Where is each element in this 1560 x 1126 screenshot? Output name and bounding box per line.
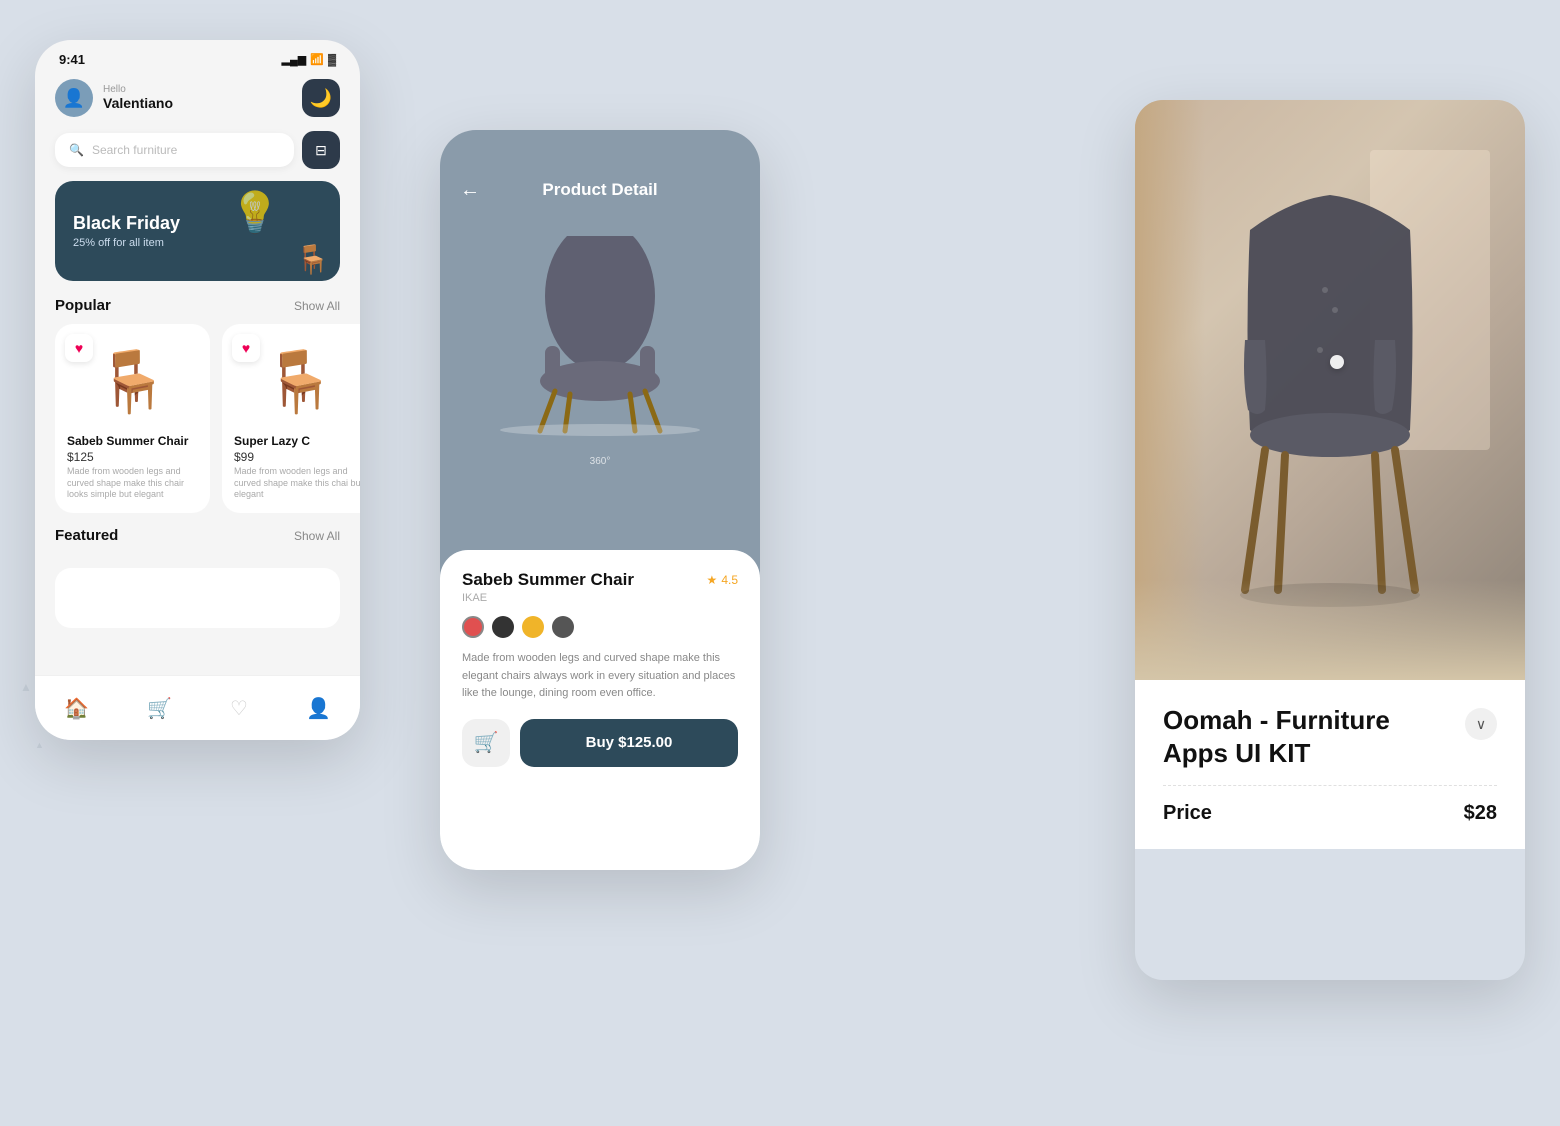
popular-show-all[interactable]: Show All (294, 299, 340, 313)
avatar: 👤 (55, 79, 93, 117)
product-desc-2: Made from wooden legs and curved shape m… (234, 466, 360, 501)
chevron-down-button[interactable]: ∨ (1465, 708, 1497, 740)
bottom-nav: 🏠 🛒 ♡ 👤 (35, 675, 360, 740)
product-desc-1: Made from wooden legs and curved shape m… (67, 466, 198, 501)
search-placeholder: Search furniture (92, 143, 177, 157)
featured-show-all[interactable]: Show All (294, 529, 340, 543)
hello-label: Hello (103, 84, 173, 95)
star-icon: ★ (707, 573, 718, 587)
add-to-cart-button[interactable]: 🛒 (462, 719, 510, 767)
search-box[interactable]: 🔍 Search furniture (55, 133, 294, 167)
color-yellow[interactable] (522, 616, 544, 638)
chair-photo (1135, 100, 1525, 680)
chair-viewer[interactable] (440, 216, 760, 456)
status-icons: ▂▄▆ 📶 ▓ (282, 53, 336, 66)
filter-button[interactable]: ⊟ (302, 131, 340, 169)
popular-section-header: Popular Show All (35, 297, 360, 324)
status-time: 9:41 (59, 52, 85, 67)
featured-card (35, 568, 360, 628)
buy-row: 🛒 Buy $125.00 (462, 719, 738, 767)
color-red[interactable] (462, 616, 484, 638)
product-brand: IKAE (462, 592, 738, 604)
notification-button[interactable]: 🌙 (302, 79, 340, 117)
product-detail-title: Product Detail (542, 180, 657, 200)
product-detail-name: Sabeb Summer Chair (462, 570, 634, 590)
buy-button-label: Buy $125.00 (586, 734, 673, 751)
lamp-icon: 💡 (230, 189, 280, 236)
back-button[interactable]: ← (460, 179, 480, 202)
product-price-2: $99 (234, 450, 360, 464)
search-row: 🔍 Search furniture ⊟ (35, 127, 360, 181)
signal-icon: ▂▄▆ (282, 53, 307, 66)
info-card: Oomah - Furniture Apps UI KIT ∨ Price $2… (1135, 680, 1525, 849)
price-row: Price $28 (1163, 802, 1497, 825)
black-friday-banner[interactable]: Black Friday 25% off for all item 💡 🪑 (55, 181, 340, 281)
products-row: ♥ 🪑 Sabeb Summer Chair $125 Made from wo… (35, 324, 360, 513)
product-card-2[interactable]: ♥ 🪑 Super Lazy C $99 Made from wooden le… (222, 324, 360, 513)
product-rating: ★ 4.5 (707, 573, 738, 587)
phone-middle: ← Product Detail 360° Sabeb Summer Chair… (440, 130, 760, 870)
nav-home[interactable]: 🏠 (64, 696, 89, 721)
featured-section-header: Featured Show All (35, 527, 360, 554)
chair-3d-view (500, 236, 700, 436)
search-icon: 🔍 (69, 143, 84, 157)
price-value: $28 (1464, 802, 1497, 825)
heart-button-1[interactable]: ♥ (65, 334, 93, 362)
user-info: 👤 Hello Valentiano (55, 79, 173, 117)
nav-profile[interactable]: 👤 (306, 696, 331, 721)
product-name-row: Sabeb Summer Chair ★ 4.5 (462, 570, 738, 590)
product-detail-sheet: Sabeb Summer Chair ★ 4.5 IKAE Made from … (440, 550, 760, 870)
username: Valentiano (103, 95, 173, 111)
product-detail-header: ← Product Detail (440, 130, 760, 216)
color-black[interactable] (492, 616, 514, 638)
nav-wishlist[interactable]: ♡ (230, 696, 248, 721)
product-name-1: Sabeb Summer Chair (67, 434, 198, 448)
heart-button-2[interactable]: ♥ (232, 334, 260, 362)
nav-cart[interactable]: 🛒 (147, 696, 172, 721)
divider (1163, 785, 1497, 786)
banner-title: Black Friday (73, 213, 322, 235)
product-description: Made from wooden legs and curved shape m… (462, 650, 738, 703)
battery-icon: ▓ (328, 54, 336, 66)
status-bar: 9:41 ▂▄▆ 📶 ▓ (35, 40, 360, 73)
sofa-icon: 🪑 (295, 243, 330, 276)
product-price-1: $125 (67, 450, 198, 464)
info-top-row: Oomah - Furniture Apps UI KIT ∨ (1163, 704, 1497, 769)
kit-title-line1: Oomah - Furniture (1163, 705, 1390, 735)
product-card-1[interactable]: ♥ 🪑 Sabeb Summer Chair $125 Made from wo… (55, 324, 210, 513)
product-name-2: Super Lazy C (234, 434, 360, 448)
kit-title-line2: Apps UI KIT (1163, 738, 1310, 768)
chair-shadow (500, 424, 700, 436)
banner-text: Black Friday 25% off for all item (73, 213, 322, 250)
color-options (462, 616, 738, 638)
price-label: Price (1163, 802, 1212, 825)
right-panel: Oomah - Furniture Apps UI KIT ∨ Price $2… (1135, 100, 1525, 980)
popular-label: Popular (55, 297, 111, 314)
rating-value: 4.5 (721, 573, 738, 587)
chair-photo-svg (1170, 150, 1490, 630)
buy-button[interactable]: Buy $125.00 (520, 719, 738, 767)
phone-left: 9:41 ▂▄▆ 📶 ▓ 👤 Hello Valentiano 🌙 🔍 Sear… (35, 40, 360, 740)
user-text: Hello Valentiano (103, 84, 173, 113)
featured-label: Featured (55, 527, 118, 544)
wifi-icon: 📶 (310, 53, 324, 66)
view-360-label: 360° (440, 456, 760, 467)
color-gray[interactable] (552, 616, 574, 638)
banner-subtitle: 25% off for all item (73, 237, 322, 249)
floor (1135, 580, 1525, 680)
featured-item[interactable] (55, 568, 340, 628)
app-header: 👤 Hello Valentiano 🌙 (35, 73, 360, 127)
kit-title: Oomah - Furniture Apps UI KIT (1163, 704, 1390, 769)
